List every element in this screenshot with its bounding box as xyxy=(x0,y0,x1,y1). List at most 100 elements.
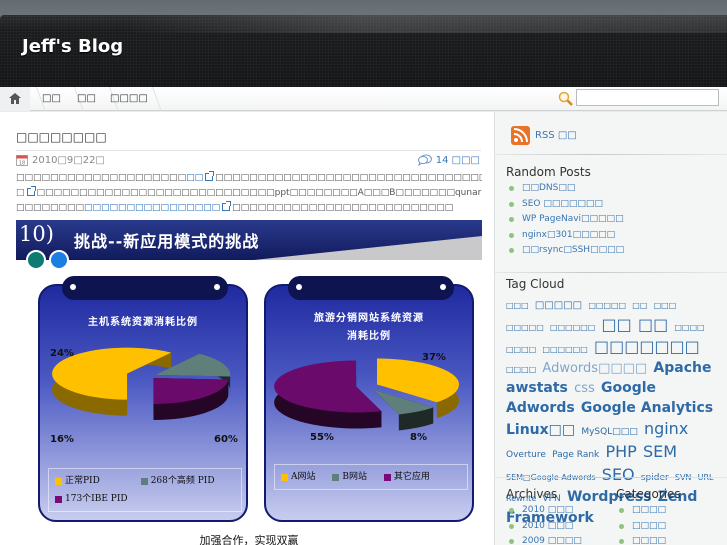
nav-item-1[interactable]: □□ xyxy=(42,87,68,111)
tag-link[interactable]: awstats xyxy=(506,380,568,396)
body-text: □□□□□□□□□□□□□□□□□□□□□□□□□□ xyxy=(232,203,454,213)
post-body: □□□□□□□□□□□□□□□□□□□□□□ □□□□□□□□□□□□□□□□□□… xyxy=(16,171,482,216)
chart-panel-host: 主机系统资源消耗比例 24% 16% 60% 正常PID 268个高频 PID … xyxy=(38,276,248,522)
divider xyxy=(16,150,481,151)
tag-link[interactable]: □□□□□ xyxy=(506,323,544,332)
site-header: Jeff's Blog xyxy=(0,15,727,87)
tag-link[interactable]: □□□ xyxy=(506,301,529,310)
panel-tab xyxy=(288,276,454,300)
list-item: SEO □□□□□□□ xyxy=(509,197,624,213)
post-date: 18 2010□9□22□ xyxy=(16,153,105,167)
tag-link[interactable]: □□□□□□□ xyxy=(594,337,700,356)
list-link[interactable]: nginx□301□□□□□ xyxy=(522,228,615,244)
tag-link[interactable]: Apache xyxy=(653,360,711,376)
tag-link[interactable]: □□ xyxy=(602,315,632,334)
rss-icon xyxy=(511,126,530,145)
tag-link[interactable]: □□□□ xyxy=(506,365,536,374)
rss-label[interactable]: RSS □□ xyxy=(535,130,577,141)
tag-link[interactable]: □□□ xyxy=(654,301,677,310)
list-link[interactable]: □□rsync□SSH□□□□ xyxy=(522,243,624,259)
inline-link[interactable]: □□□□□□□□□□□□□□□□ xyxy=(84,203,220,213)
tag-link[interactable]: □□□□□□ xyxy=(550,323,595,332)
legend-label: A网站 xyxy=(291,472,316,482)
inline-link[interactable]: □□ xyxy=(186,173,203,183)
post-title[interactable]: □□□□□□□□ xyxy=(16,130,107,144)
tag-link[interactable]: SEM xyxy=(643,442,677,461)
tag-link[interactable]: PHP xyxy=(605,442,636,461)
tag-link[interactable]: Page Rank xyxy=(552,450,599,460)
panel-tab xyxy=(62,276,228,300)
slide-banner: 10) 挑战--新应用模式的挑战 xyxy=(16,220,482,260)
tag-link[interactable]: SEO xyxy=(602,465,635,484)
list-item: □□DNS□□ xyxy=(509,181,624,197)
random-posts-heading: Random Posts xyxy=(506,165,591,179)
tag-link[interactable]: □□□□□ xyxy=(588,301,626,310)
data-label: 24% xyxy=(50,348,74,359)
list-link[interactable]: 2010 □□□ xyxy=(522,503,573,519)
tag-link[interactable]: nginx xyxy=(644,419,688,438)
body-text: □□□□□□□□□□□□□□□□□□□□□□□□□□□□□□□□□□□□□□□□… xyxy=(215,173,482,183)
list-link[interactable]: WP PageNavi□□□□□ xyxy=(522,212,624,228)
divider xyxy=(495,154,727,155)
tag-link[interactable]: spider xyxy=(641,473,669,483)
tag-link[interactable]: Overture xyxy=(506,450,546,460)
list-link[interactable]: 2010 □□□ xyxy=(522,519,573,535)
tag-link[interactable]: Linux□□ xyxy=(506,422,575,438)
rss-link[interactable]: RSS □□ xyxy=(511,126,577,145)
legend-swatch xyxy=(281,473,288,481)
data-label: 37% xyxy=(422,352,446,363)
sidebar: RSS □□ Random Posts □□DNS□□ SEO □□□□□□□ WP… xyxy=(494,112,727,545)
decorative-dot xyxy=(26,250,46,270)
inline-link[interactable]: □ xyxy=(16,188,25,198)
tag-link[interactable]: Google Analytics xyxy=(581,400,713,416)
data-label: 55% xyxy=(310,432,334,443)
tag-link[interactable]: □□□□□ xyxy=(535,300,582,311)
legend-label: 268个高频 PID xyxy=(150,476,215,486)
slide-image: 10) 挑战--新应用模式的挑战 主机系统资源消耗比例 24% 16% 60% … xyxy=(16,220,482,545)
tag-link[interactable]: □□□□ xyxy=(506,345,536,354)
pie-chart-travel xyxy=(274,358,460,431)
comments-link[interactable]: 14 □□□ xyxy=(417,153,480,167)
tag-link[interactable]: □□□□□□ xyxy=(542,345,587,354)
comment-bubble-icon xyxy=(417,154,432,166)
external-link-icon xyxy=(26,186,36,196)
legend-swatch xyxy=(55,477,62,485)
list-link[interactable]: □□DNS□□ xyxy=(522,181,575,197)
legend-label: 正常PID xyxy=(65,476,100,486)
tag-link[interactable]: MySQL□□□ xyxy=(581,427,637,437)
list-item: 2009 □□□□ xyxy=(509,534,582,545)
post-body-line: □ □□□□□□□□□□□□□□□□□□□□□□□□□□□□ppt□□□□□□□□… xyxy=(16,186,482,201)
body-text: □□□□□□□□□□□□□□□□□□□□□□□□□□□□ppt□□□□□□□□A… xyxy=(36,188,482,198)
legend-item: 268个高频 PID xyxy=(140,472,215,490)
nav-bar: □□ □□ □□□□ xyxy=(0,87,727,111)
nav-item-2[interactable]: □□ xyxy=(77,87,103,111)
tag-link[interactable]: □□ xyxy=(632,301,647,310)
tag-link[interactable]: □□□□ xyxy=(674,323,704,332)
list-link[interactable]: □□□□ xyxy=(632,519,666,535)
nav-item-3[interactable]: □□□□ xyxy=(110,87,148,111)
home-icon xyxy=(9,93,21,104)
main-content: □□□□□□□□ 18 2010□9□22□ 14 □□□ □□□□□□□□□□… xyxy=(0,112,494,545)
list-link[interactable]: 2009 □□□□ xyxy=(522,534,582,545)
tag-link[interactable]: css xyxy=(574,381,595,396)
search-input[interactable] xyxy=(576,89,719,106)
external-link-icon xyxy=(205,171,215,181)
list-link[interactable]: □□□□ xyxy=(632,534,666,545)
nav-home[interactable] xyxy=(0,87,30,111)
list-link[interactable]: □□□□ xyxy=(632,503,666,519)
magnifier-icon[interactable] xyxy=(558,91,574,107)
tag-link[interactable]: Adwords□□□□ xyxy=(542,361,647,376)
archives-list: 2010 □□□ 2010 □□□ 2009 □□□□ xyxy=(509,503,582,545)
random-posts-list: □□DNS□□ SEO □□□□□□□ WP PageNavi□□□□□ nginx□… xyxy=(509,181,624,259)
tag-link[interactable]: □□ xyxy=(638,315,668,334)
comments-count[interactable]: 14 □□□ xyxy=(436,155,480,166)
legend-label: B网站 xyxy=(342,472,367,482)
list-link[interactable]: SEO □□□□□□□ xyxy=(522,197,603,213)
archives-heading: Archives xyxy=(506,487,558,501)
list-item: □□□□ xyxy=(619,534,666,545)
legend-item: B网站 xyxy=(332,468,367,486)
list-item: 2010 □□□ xyxy=(509,503,582,519)
blog-title[interactable]: Jeff's Blog xyxy=(22,36,123,57)
svg-text:18: 18 xyxy=(19,161,25,167)
slide-heading: 挑战--新应用模式的挑战 xyxy=(74,232,260,251)
